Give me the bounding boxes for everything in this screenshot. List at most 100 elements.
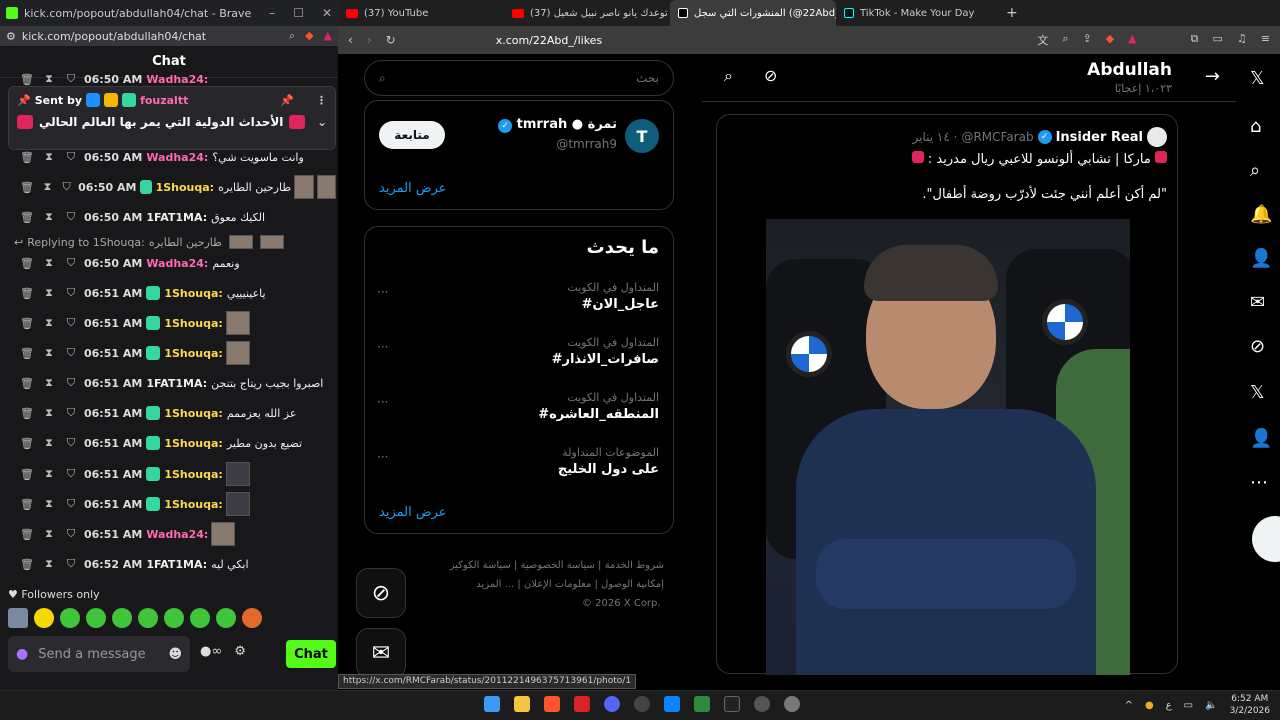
timeout-icon[interactable]: ⧗ xyxy=(42,210,56,224)
more-icon[interactable]: ··· xyxy=(377,340,388,354)
more-icon[interactable]: ··· xyxy=(377,285,388,299)
kicks-icon[interactable]: ●∞ xyxy=(200,644,222,659)
delete-icon[interactable]: 🗑 xyxy=(20,468,34,481)
zoom-icon[interactable]: ⌕ xyxy=(289,29,295,43)
grok-icon[interactable]: ⊘ xyxy=(356,568,406,618)
grok-icon[interactable]: ⊘ xyxy=(1250,336,1265,357)
new-tab-icon[interactable]: + xyxy=(1006,5,1018,21)
shield-icon[interactable]: ⛉ xyxy=(64,376,78,390)
trend-item[interactable]: ··· المتداول في الكويت #عاجل_الان xyxy=(377,281,659,325)
timeout-icon[interactable]: ⧗ xyxy=(42,557,56,571)
timeout-icon[interactable]: ⧗ xyxy=(42,376,56,390)
shield-icon[interactable]: ⛉ xyxy=(61,180,72,194)
avatar[interactable]: T xyxy=(625,119,659,153)
emote-icon[interactable] xyxy=(190,608,210,628)
post-button[interactable] xyxy=(1252,516,1280,562)
delete-icon[interactable]: 🗑 xyxy=(20,347,34,360)
timeout-icon[interactable]: ⧗ xyxy=(42,436,56,450)
message-user[interactable]: 1Shouqa: xyxy=(164,498,223,511)
messages-icon[interactable]: ✉ xyxy=(1250,292,1265,313)
trend-item[interactable]: ··· الموضوعات المتداولة على دول الخليج xyxy=(377,446,659,490)
message-user[interactable]: 1Shouqa: xyxy=(164,407,223,420)
delete-icon[interactable]: 🗑 xyxy=(20,528,34,541)
unpin-icon[interactable]: 📌 xyxy=(280,94,294,107)
zoom-icon[interactable]: ⌕ xyxy=(1062,32,1068,48)
emote-icon[interactable] xyxy=(138,608,158,628)
more-options-icon[interactable]: ⋮ xyxy=(316,94,327,107)
avatar[interactable] xyxy=(1147,127,1167,147)
shield-icon[interactable]: ⛉ xyxy=(64,557,78,571)
timeout-icon[interactable]: ⧗ xyxy=(42,256,56,270)
message-user[interactable]: 1FAT1MA: xyxy=(146,211,207,224)
timeout-icon[interactable]: ⧗ xyxy=(42,467,56,481)
chat-send-button[interactable]: Chat xyxy=(286,640,336,668)
timeout-icon[interactable]: ⧗ xyxy=(42,406,56,420)
message-user[interactable]: 1Shouqa: xyxy=(164,347,223,360)
message-user[interactable]: 1Shouqa: xyxy=(156,181,215,194)
shield-icon[interactable]: ⛉ xyxy=(64,436,78,450)
next-icon[interactable] xyxy=(724,696,740,712)
trend-item[interactable]: ··· المتداول في الكويت #صافرات_الانذار xyxy=(377,336,659,380)
chevron-up-icon[interactable]: ^ xyxy=(1125,700,1133,711)
minimize-icon[interactable]: – xyxy=(269,6,275,20)
delete-icon[interactable]: 🗑 xyxy=(20,181,34,194)
delete-icon[interactable]: 🗑 xyxy=(20,498,34,511)
message-user[interactable]: 1Shouqa: xyxy=(164,468,223,481)
tweet-author-name[interactable]: Insider Real xyxy=(1056,130,1143,145)
emote-icon[interactable] xyxy=(164,608,184,628)
shield-icon[interactable]: ⛉ xyxy=(64,150,78,164)
address-bar[interactable]: x.com/22Abd_/likes xyxy=(496,34,603,47)
timeout-icon[interactable]: ⧗ xyxy=(42,316,56,330)
message-user[interactable]: 1Shouqa: xyxy=(164,287,223,300)
follow-button[interactable]: متابعة xyxy=(379,121,445,149)
message-user[interactable]: Wadha24: xyxy=(146,151,208,164)
shield-icon[interactable]: ⛉ xyxy=(64,316,78,330)
shield-icon[interactable]: ⛉ xyxy=(64,346,78,360)
avatar-emote-icon[interactable] xyxy=(8,608,28,628)
delete-icon[interactable]: 🗑 xyxy=(20,377,34,390)
shield-icon[interactable]: ⛉ xyxy=(64,527,78,541)
timeout-icon[interactable]: ⧗ xyxy=(42,497,56,511)
back-arrow-icon[interactable]: → xyxy=(1205,66,1220,87)
communities-icon[interactable]: 👤 xyxy=(1250,248,1272,269)
network-icon[interactable]: ▭ xyxy=(1184,700,1193,711)
app-icon[interactable] xyxy=(694,696,710,712)
delete-icon[interactable]: 🗑 xyxy=(20,73,34,86)
share-icon[interactable]: ⇪ xyxy=(1082,32,1091,48)
app-icon[interactable] xyxy=(634,696,650,712)
settings-gear-icon[interactable]: ⚙ xyxy=(234,644,246,659)
tab-youtube[interactable]: (37) YouTube xyxy=(338,0,504,26)
message-user[interactable]: 1FAT1MA: xyxy=(146,377,207,390)
delete-icon[interactable]: 🗑 xyxy=(20,287,34,300)
app-icon[interactable] xyxy=(754,696,770,712)
timeout-icon[interactable]: ⧗ xyxy=(42,346,56,360)
microphone-icon[interactable]: ● xyxy=(16,646,28,662)
tab-tiktok[interactable]: TikTok - Make Your Day xyxy=(836,0,1002,26)
trend-item[interactable]: ··· المتداول في الكويت #المنطقه_العاشره xyxy=(377,391,659,435)
search-icon[interactable]: ⌕ xyxy=(1250,160,1260,181)
shield-icon[interactable]: ⛉ xyxy=(64,497,78,511)
search-icon[interactable]: ⌕ xyxy=(724,66,733,86)
file-explorer-icon[interactable] xyxy=(514,696,530,712)
brave-shield-icon[interactable]: ◆ xyxy=(1106,32,1114,48)
message-user[interactable]: Wadha24: xyxy=(146,528,208,541)
maximize-icon[interactable]: ☐ xyxy=(293,6,304,20)
emote-icon[interactable] xyxy=(60,608,80,628)
x-logo-icon[interactable]: 𝕏 xyxy=(1250,68,1265,89)
app-icon[interactable] xyxy=(664,696,680,712)
kick-urlbar[interactable]: ⚙ kick.com/popout/abdullah04/chat ⌕ ◆ ▲ xyxy=(0,26,338,46)
emoji-icon[interactable]: ☻ xyxy=(168,647,182,662)
trends-show-more-link[interactable]: عرض المزيد xyxy=(379,505,446,520)
delete-icon[interactable]: 🗑 xyxy=(20,211,34,224)
volume-icon[interactable]: 🔈 xyxy=(1205,700,1217,711)
shield-icon[interactable]: ⛉ xyxy=(64,72,78,86)
tab-youtube-video[interactable]: (37) توعدك يانو ناصر نبيل شعيل - ube xyxy=(504,0,670,26)
chevron-down-icon[interactable]: ⌄ xyxy=(317,115,327,129)
message-user[interactable]: 1Shouqa: xyxy=(164,317,223,330)
shield-icon[interactable]: ⛉ xyxy=(64,286,78,300)
tweet-author[interactable]: ١٤ يناير · @RMCFarab ✓ Insider Real xyxy=(913,127,1167,147)
menu-icon[interactable]: ≡ xyxy=(1261,32,1270,48)
pinned-user[interactable]: fouzaltt xyxy=(140,94,188,107)
more-icon[interactable]: ··· xyxy=(377,450,388,464)
forward-icon[interactable]: › xyxy=(367,33,372,47)
